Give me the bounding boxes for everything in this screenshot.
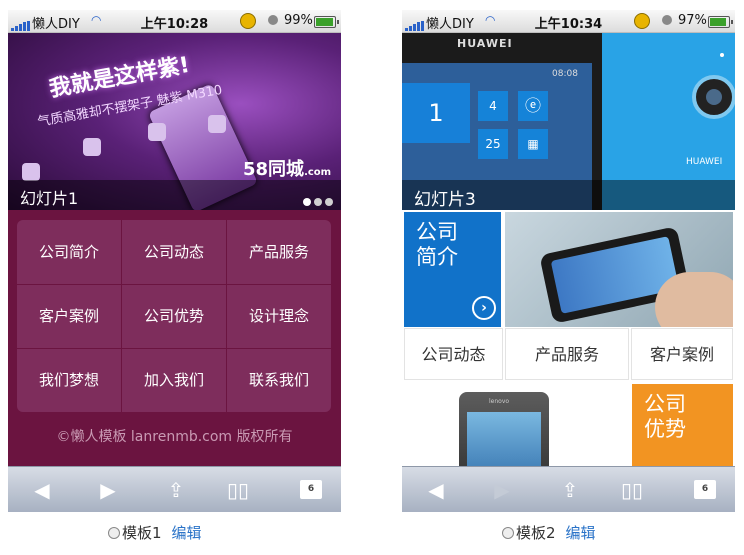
tile-cases[interactable]: 客户案例	[631, 328, 733, 380]
template2-radio[interactable]	[502, 527, 514, 539]
tabs-icon[interactable]: 6	[300, 480, 322, 499]
tabs-icon[interactable]: 6	[694, 480, 716, 499]
slide-caption: 幻灯片3	[414, 190, 476, 210]
sensor-dot	[720, 53, 724, 57]
divider	[121, 220, 122, 412]
menu-item[interactable]: 我们梦想	[17, 348, 121, 412]
menu-item[interactable]: 联系我们	[227, 348, 331, 412]
slide-dots[interactable]	[300, 191, 333, 210]
edit-link[interactable]: 编辑	[172, 524, 202, 542]
status-bar: 懒人DIY ◠ 上午10:34 97%	[402, 10, 735, 33]
menu-item[interactable]: 加入我们	[122, 348, 226, 412]
battery-icon	[314, 16, 339, 28]
tile-company-intro[interactable]: 公司简介 ›	[404, 212, 501, 327]
battery-percent: 97%	[678, 13, 707, 28]
menu-item[interactable]: 设计理念	[227, 284, 331, 348]
template1-radio[interactable]	[108, 527, 120, 539]
bookmarks-icon[interactable]: ▯▯	[218, 477, 258, 503]
coin-icon	[240, 13, 256, 29]
feature-icon	[208, 115, 226, 133]
feature-icon	[83, 138, 101, 156]
battery-percent: 99%	[284, 13, 313, 28]
template1-caption: 模板1 编辑	[108, 522, 202, 543]
share-icon[interactable]: ⇪	[550, 477, 590, 503]
slide-caption: 幻灯片1	[20, 189, 79, 208]
slide-caption-bar: 幻灯片3	[402, 180, 735, 210]
menu-item[interactable]: 公司优势	[122, 284, 226, 348]
lock-icon	[268, 15, 278, 25]
browser-toolbar: ◀ ▶ ⇪ ▯▯ 6	[8, 466, 341, 512]
slide-caption-bar: 幻灯片1	[8, 180, 341, 210]
tile-company-news[interactable]: 公司动态	[404, 328, 503, 380]
battery-icon	[708, 16, 733, 28]
brand-name: 58同城	[243, 159, 305, 180]
slide-dot[interactable]	[303, 198, 311, 206]
ie-icon: ⓔ	[518, 91, 548, 121]
slide-dot[interactable]	[314, 198, 322, 206]
template2-phone: 懒人DIY ◠ 上午10:34 97% HUAWEI 1 4 ⓔ 25 ▦ 08…	[402, 10, 735, 512]
feature-icon	[22, 163, 40, 181]
slide-dot[interactable]	[325, 198, 333, 206]
tile-label: 公司简介	[416, 220, 458, 269]
tile-label: 公司优势	[644, 392, 686, 441]
lock-icon	[662, 15, 672, 25]
arrow-circle-icon: ›	[472, 296, 496, 320]
phone-brand-lenovo: lenovo	[489, 398, 510, 405]
lenovo-phone-image: lenovo	[404, 384, 630, 476]
menu-item[interactable]: 产品服务	[227, 220, 331, 284]
forward-arrow-icon: ▶	[494, 478, 510, 502]
divider	[226, 220, 227, 412]
bookmarks-icon[interactable]: ▯▯	[612, 477, 652, 503]
share-icon[interactable]: ⇪	[156, 477, 196, 503]
forward-arrow-icon[interactable]: ▶	[88, 477, 128, 503]
tile-advantages[interactable]: 公司优势 ›	[632, 384, 733, 490]
camera-image	[692, 75, 735, 119]
screen-tile: 1	[402, 83, 470, 143]
divider	[17, 284, 331, 285]
menu-item[interactable]: 公司简介	[17, 220, 121, 284]
screen-tile: 25	[478, 129, 508, 159]
status-bar: 懒人DIY ◠ 上午10:28 99%	[8, 10, 341, 33]
brand-suffix: .com	[304, 167, 332, 178]
phone-brand: HUAWEI	[457, 37, 513, 50]
tile-products[interactable]: 产品服务	[505, 328, 629, 380]
menu-area: 公司简介 公司动态 产品服务 客户案例 公司优势 设计理念 我们梦想 加入我们 …	[8, 210, 341, 476]
template2-caption: 模板2 编辑	[502, 522, 596, 543]
screen-clock: 08:08	[552, 69, 578, 79]
template-name: 模板1	[122, 524, 162, 542]
back-arrow-icon[interactable]: ◀	[416, 477, 456, 503]
corner-brand: HUAWEI	[686, 157, 723, 167]
template-name: 模板2	[516, 524, 556, 542]
slideshow[interactable]: 我就是这样紫! 气质高雅却不摆架子 魅紫 M310 58同城.com 幻灯片1	[8, 33, 341, 210]
feature-icon	[148, 123, 166, 141]
browser-toolbar: ◀ ▶ ⇪ ▯▯ 6	[402, 466, 735, 512]
copyright: ©懒人模板 lanrenmb.com 版权所有	[56, 429, 293, 445]
coin-icon	[634, 13, 650, 29]
slideshow[interactable]: HUAWEI 1 4 ⓔ 25 ▦ 08:08 HUAWEI 幻灯片3	[402, 33, 735, 210]
hand-phone-image	[505, 212, 733, 327]
back-arrow-icon[interactable]: ◀	[22, 477, 62, 503]
edit-link[interactable]: 编辑	[566, 524, 596, 542]
brand-logo: 58同城.com	[243, 155, 331, 181]
menu-item[interactable]: 客户案例	[17, 284, 121, 348]
divider	[17, 348, 331, 349]
screen-tile: 4	[478, 91, 508, 121]
template1-phone: 懒人DIY ◠ 上午10:28 99% 我就是这样紫! 气质高雅却不摆架子 魅紫…	[8, 10, 341, 512]
menu-item[interactable]: 公司动态	[122, 220, 226, 284]
menu-grid: 公司简介 公司动态 产品服务 客户案例 公司优势 设计理念 我们梦想 加入我们 …	[17, 220, 331, 412]
store-icon: ▦	[518, 129, 548, 159]
